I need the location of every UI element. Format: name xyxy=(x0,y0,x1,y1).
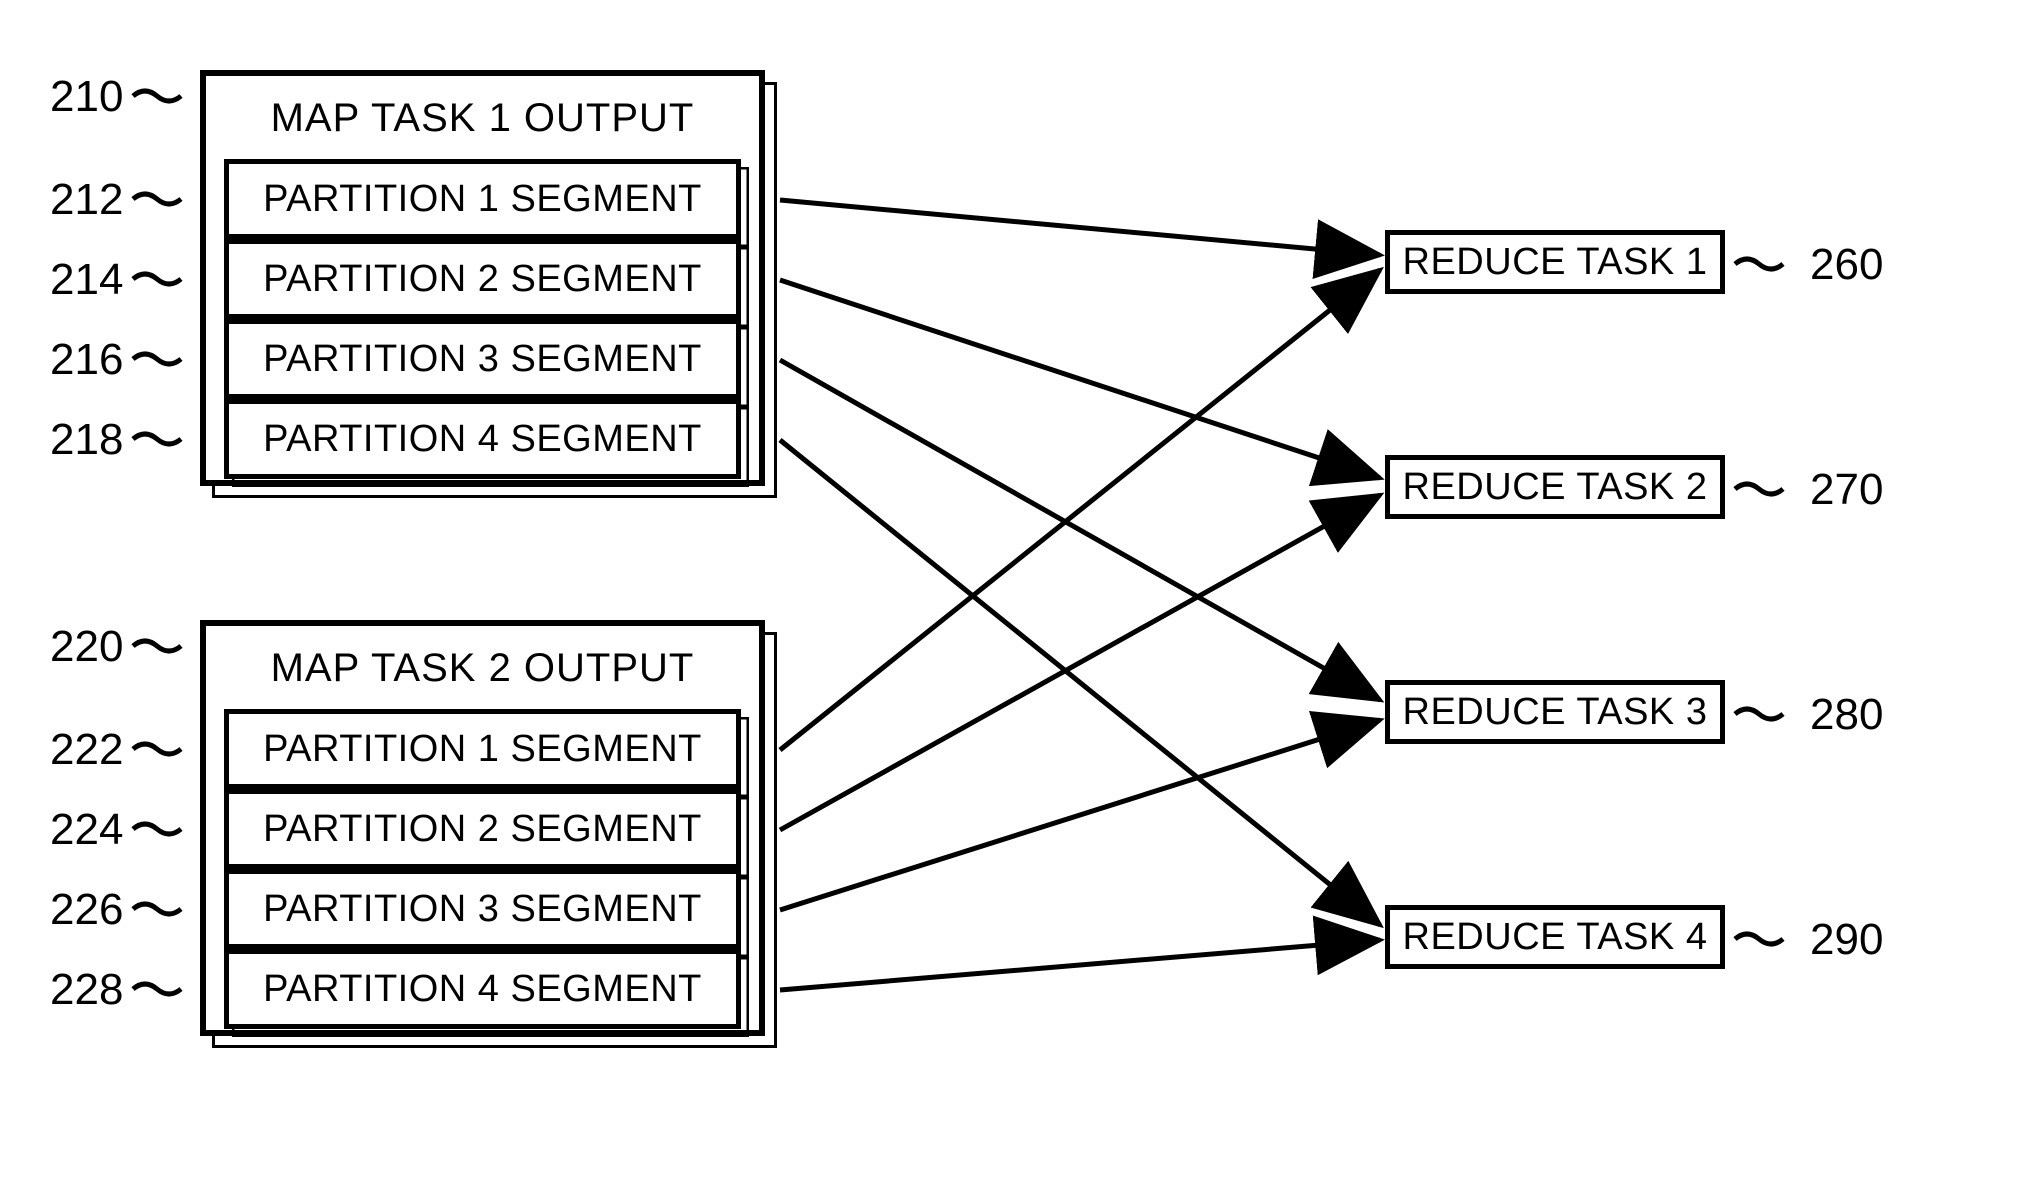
ref-label: 214 xyxy=(50,255,123,305)
partition-4-segment: PARTITION 4 SEGMENT xyxy=(224,399,741,479)
partition-row: PARTITION 3 SEGMENT xyxy=(224,319,741,399)
ref-label: 228 xyxy=(50,965,123,1015)
reduce-task-4: REDUCE TASK 4 xyxy=(1385,905,1725,969)
map-output-title: MAP TASK 1 OUTPUT xyxy=(206,76,759,159)
partition-row: PARTITION 3 SEGMENT xyxy=(224,869,741,949)
partition-3-segment: PARTITION 3 SEGMENT xyxy=(224,319,741,399)
map-task-1-output: MAP TASK 1 OUTPUT PARTITION 1 SEGMENT PA… xyxy=(200,70,765,486)
ref-label: 226 xyxy=(50,885,123,935)
diagram-stage: MAP TASK 1 OUTPUT PARTITION 1 SEGMENT PA… xyxy=(0,0,2028,1201)
ref-label: 222 xyxy=(50,725,123,775)
reduce-task-3: REDUCE TASK 3 xyxy=(1385,680,1725,744)
ref-label: 218 xyxy=(50,415,123,465)
ref-label: 216 xyxy=(50,335,123,385)
partition-row: PARTITION 1 SEGMENT xyxy=(224,709,741,789)
ref-label: 270 xyxy=(1810,465,1883,515)
partition-row: PARTITION 4 SEGMENT xyxy=(224,949,741,1029)
ref-label: 260 xyxy=(1810,240,1883,290)
partition-row: PARTITION 4 SEGMENT xyxy=(224,399,741,479)
ref-label: 210 xyxy=(50,72,123,122)
map-output-frame: MAP TASK 1 OUTPUT PARTITION 1 SEGMENT PA… xyxy=(200,70,765,486)
partition-2-segment: PARTITION 2 SEGMENT xyxy=(224,239,741,319)
partition-4-segment: PARTITION 4 SEGMENT xyxy=(224,949,741,1029)
partition-2-segment: PARTITION 2 SEGMENT xyxy=(224,789,741,869)
partition-3-segment: PARTITION 3 SEGMENT xyxy=(224,869,741,949)
map-task-2-output: MAP TASK 2 OUTPUT PARTITION 1 SEGMENT PA… xyxy=(200,620,765,1036)
partition-row: PARTITION 1 SEGMENT xyxy=(224,159,741,239)
reduce-task-2: REDUCE TASK 2 xyxy=(1385,455,1725,519)
ref-label: 224 xyxy=(50,805,123,855)
map-output-frame: MAP TASK 2 OUTPUT PARTITION 1 SEGMENT PA… xyxy=(200,620,765,1036)
ref-label: 220 xyxy=(50,622,123,672)
ref-label: 290 xyxy=(1810,915,1883,965)
reduce-task-1: REDUCE TASK 1 xyxy=(1385,230,1725,294)
partition-row: PARTITION 2 SEGMENT xyxy=(224,789,741,869)
map-output-title: MAP TASK 2 OUTPUT xyxy=(206,626,759,709)
partition-row: PARTITION 2 SEGMENT xyxy=(224,239,741,319)
partition-1-segment: PARTITION 1 SEGMENT xyxy=(224,159,741,239)
ref-label: 212 xyxy=(50,175,123,225)
ref-label: 280 xyxy=(1810,690,1883,740)
partition-1-segment: PARTITION 1 SEGMENT xyxy=(224,709,741,789)
